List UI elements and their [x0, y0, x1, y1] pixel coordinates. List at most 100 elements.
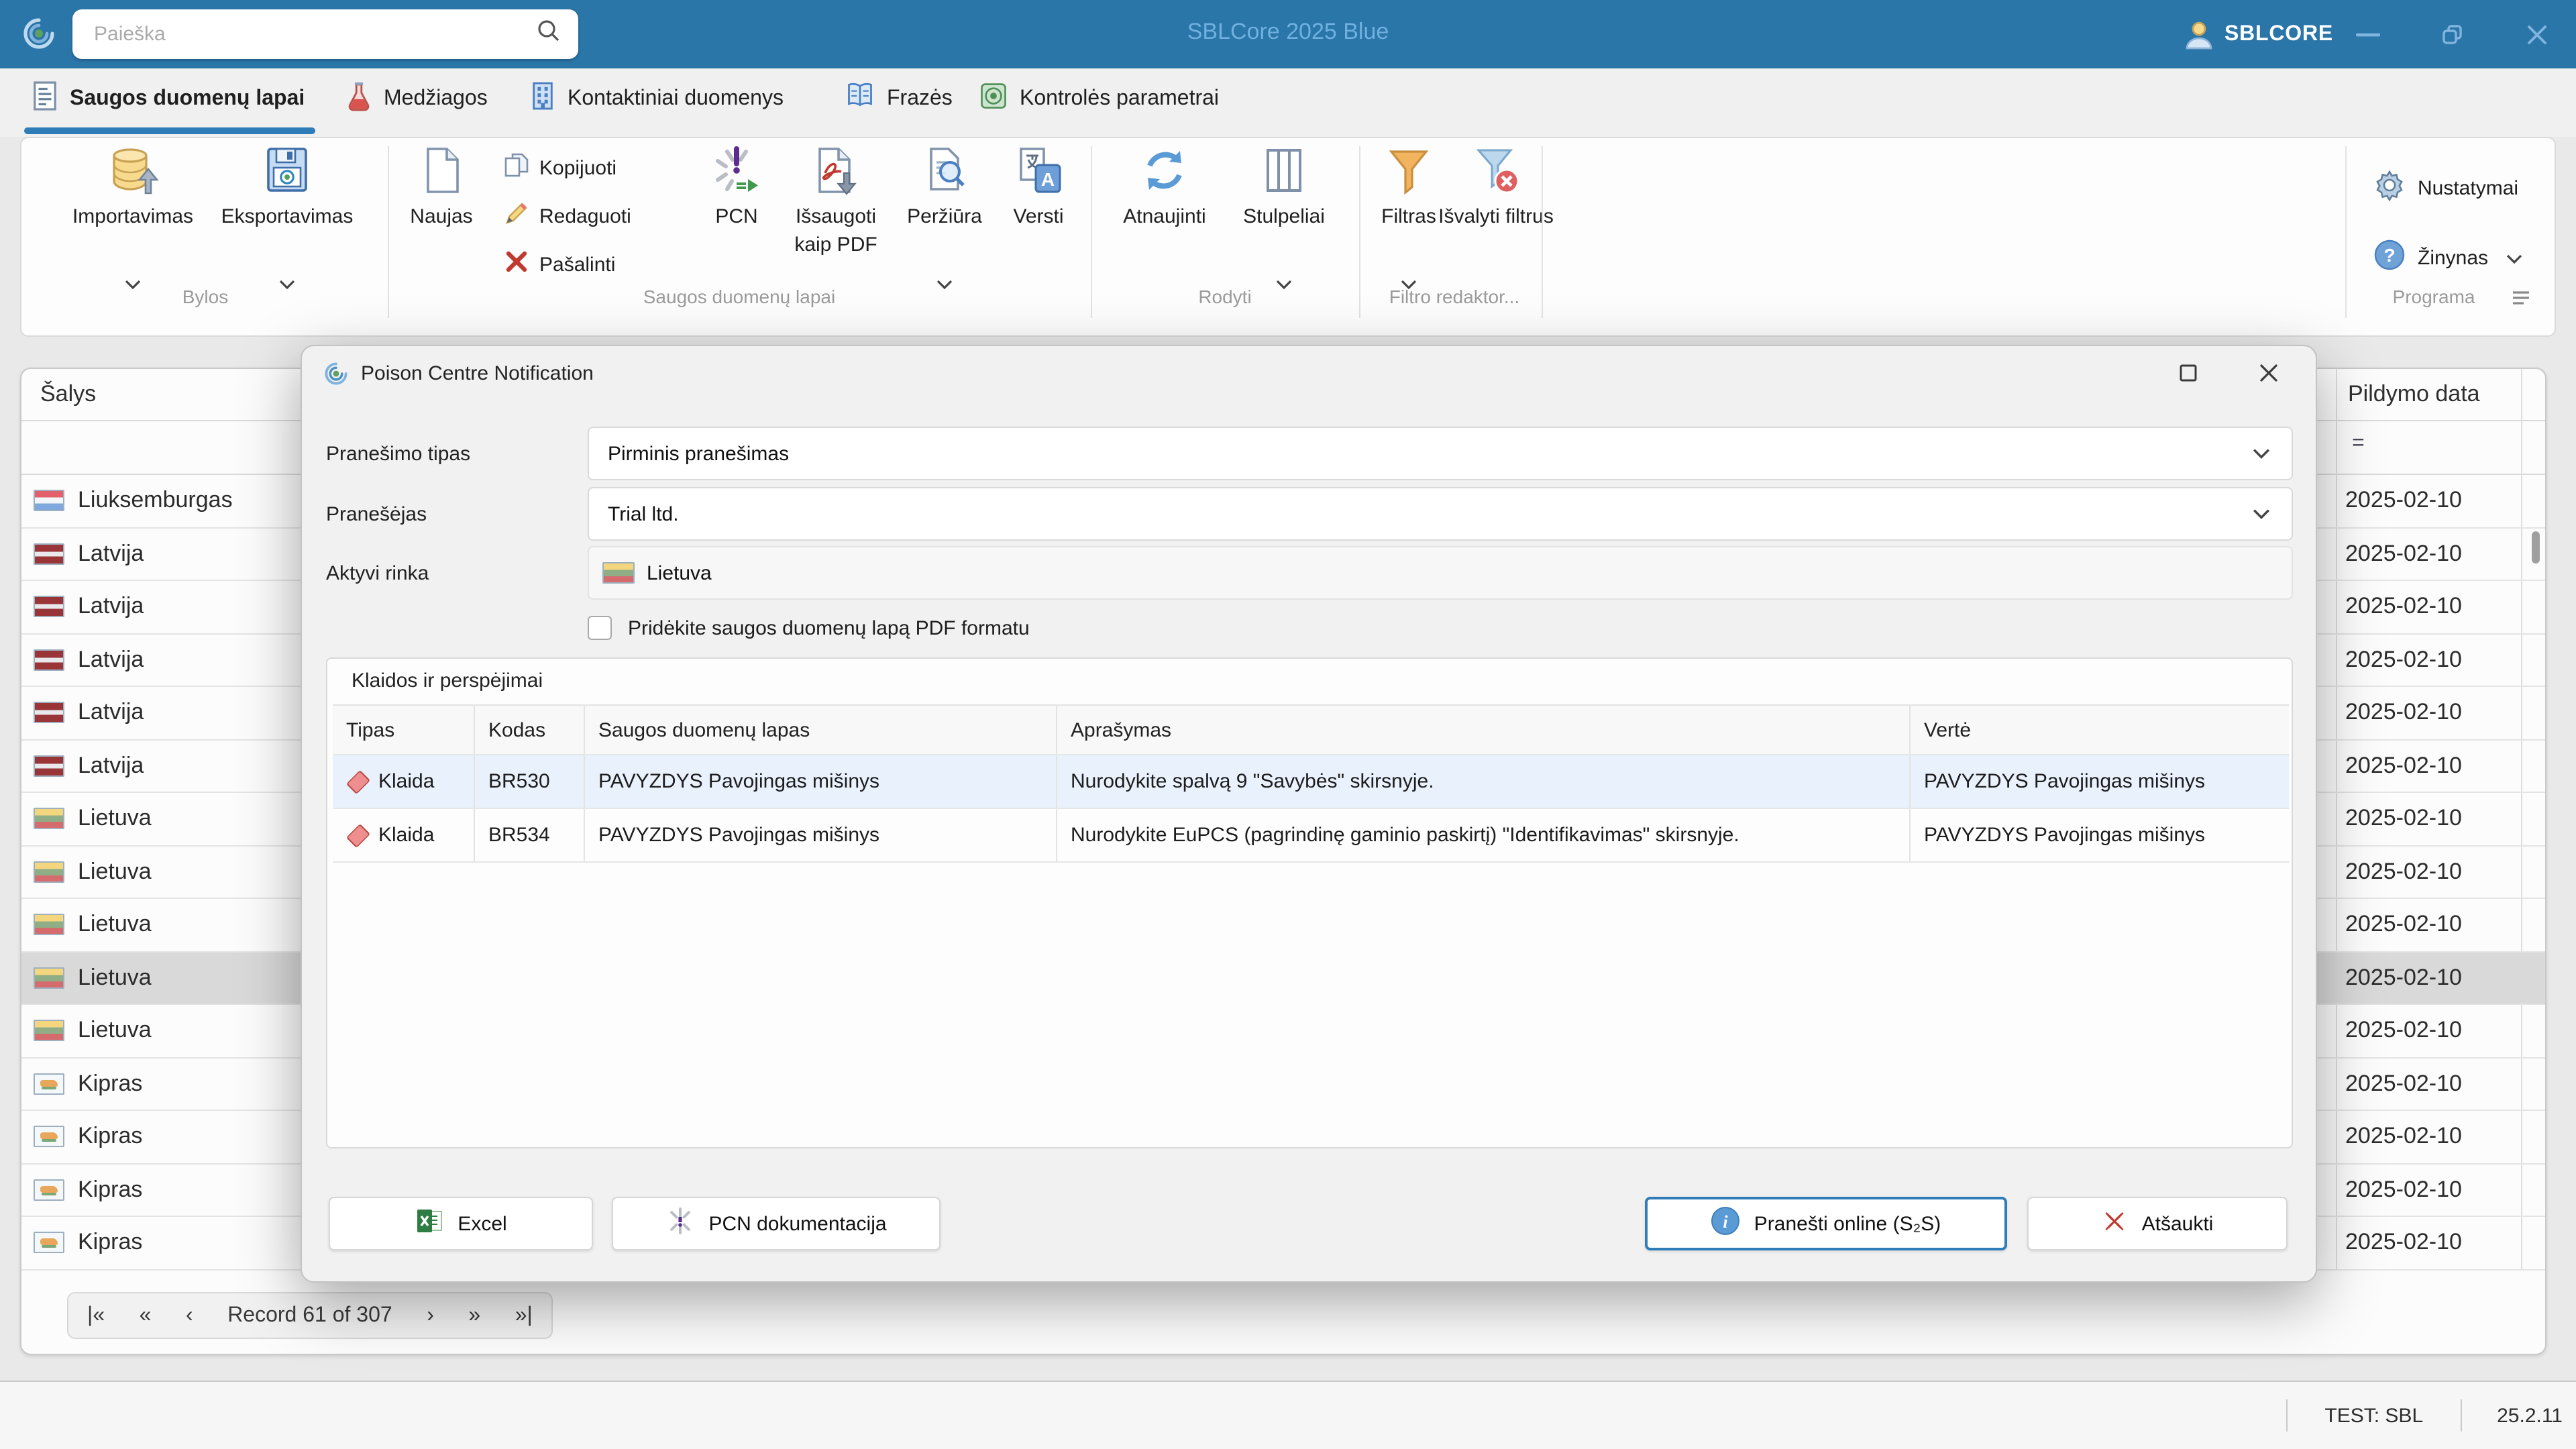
dialog-close-button[interactable] — [2258, 362, 2279, 390]
translate-button[interactable]: A Versti — [978, 144, 1099, 231]
tab-kontaktiniai-duomenys[interactable]: Kontaktiniai duomenys — [530, 68, 784, 129]
group-label-programa: Programa — [2286, 286, 2576, 307]
dialog-title: Poison Centre Notification — [361, 362, 594, 385]
import-button[interactable]: Importavimas — [59, 144, 207, 231]
title-bar: SBLCore 2025 Blue SBLCORE — [0, 0, 2576, 68]
tab-saugos-duomenu-lapai[interactable]: Saugos duomenų lapai — [32, 68, 305, 129]
cancel-button[interactable]: Atšaukti — [2027, 1197, 2288, 1250]
user-account-label[interactable]: SBLCORE — [2224, 23, 2333, 47]
tab-medziagos[interactable]: Medžiagos — [346, 68, 488, 129]
attach-pdf-checkbox-label[interactable]: Pridėkite saugos duomenų lapą PDF format… — [628, 617, 1030, 640]
chevron-down-icon[interactable] — [2253, 442, 2270, 465]
fast-next-button[interactable]: » — [468, 1303, 480, 1328]
copy-button[interactable]: Kopijuoti — [503, 152, 616, 184]
active-tab-indicator — [24, 127, 315, 134]
edit-button[interactable]: Redaguoti — [503, 200, 631, 232]
column-header-pildymo-data[interactable]: Pildymo data — [2348, 381, 2480, 408]
tab-label: Medžiagos — [384, 87, 488, 111]
tab-frazes[interactable]: Frazės — [845, 68, 953, 129]
errors-table-header[interactable]: Tipas Kodas Saugos duomenų lapas Aprašym… — [333, 704, 2289, 755]
columns-button[interactable]: Stulpeliai — [1224, 144, 1344, 231]
vertical-scrollbar[interactable] — [2532, 531, 2540, 564]
column-header-salys[interactable]: Šalys — [40, 381, 96, 408]
button-label: Atnaujinti — [1104, 203, 1225, 231]
country-name: Latvija — [78, 700, 144, 727]
col-aprasymas[interactable]: Aprašymas — [1057, 706, 1911, 754]
status-divider — [2461, 1399, 2462, 1432]
fill-date: 2025-02-10 — [2345, 965, 2462, 991]
country-name: Kipras — [78, 1124, 142, 1150]
button-label: Stulpeliai — [1224, 203, 1344, 231]
col-saugos-duomenu-lapas[interactable]: Saugos duomenų lapas — [585, 706, 1057, 754]
error-diamond-icon — [346, 823, 370, 847]
button-label: Importavimas — [59, 203, 207, 231]
close-button[interactable] — [2517, 16, 2557, 54]
error-row[interactable]: KlaidaBR530PAVYZDYS Pavojingas mišinysNu… — [333, 755, 2289, 809]
notification-type-dropdown[interactable]: Pirminis pranešimas — [588, 427, 2293, 480]
button-label: PCN dokumentacija — [708, 1212, 886, 1235]
copy-icon — [503, 152, 530, 184]
dropdown-value: Trial ltd. — [608, 502, 679, 525]
pcn-documentation-button[interactable]: PCN dokumentacija — [612, 1197, 941, 1250]
button-label: Atšaukti — [2142, 1212, 2214, 1235]
user-icon[interactable] — [2183, 19, 2215, 58]
dialog-maximize-button[interactable] — [2178, 362, 2199, 390]
prev-record-button[interactable]: ‹ — [186, 1303, 193, 1328]
cy-flag-icon — [34, 1179, 64, 1201]
active-market-label: Aktyvi rinka — [326, 562, 429, 585]
floppy-disk-icon — [213, 144, 361, 200]
lv-flag-icon — [34, 649, 64, 671]
lt-flag-icon — [34, 914, 64, 936]
error-code: BR530 — [475, 755, 585, 808]
chevron-down-icon[interactable] — [2253, 502, 2270, 525]
new-button[interactable]: Naujas — [381, 144, 502, 231]
fill-date: 2025-02-10 — [2345, 753, 2462, 780]
excel-icon — [415, 1206, 444, 1241]
svg-text:i: i — [1723, 1212, 1729, 1232]
save-as-pdf-button[interactable]: Išsaugoti kaip PDF — [775, 144, 896, 259]
excel-button[interactable]: Excel — [329, 1197, 593, 1250]
lt-flag-icon — [34, 861, 64, 883]
dialog-app-icon — [323, 361, 349, 393]
help-button[interactable]: ? Žinynas — [2373, 239, 2522, 276]
country-name: Lietuva — [78, 859, 152, 885]
lv-flag-icon — [34, 543, 64, 565]
fill-date: 2025-02-10 — [2345, 647, 2462, 674]
country-name: Lietuva — [78, 912, 152, 938]
minimize-button[interactable] — [2348, 16, 2388, 54]
settings-button[interactable]: Nustatymai — [2373, 169, 2518, 207]
filter-equals-operator[interactable]: = — [2352, 432, 2366, 456]
next-record-button[interactable]: › — [427, 1303, 434, 1328]
country-name: Latvija — [78, 541, 144, 568]
error-value: PAVYZDYS Pavojingas mišinys — [1911, 809, 2289, 861]
country-name: Lietuva — [78, 1018, 152, 1044]
tab-label: Kontrolės parametrai — [1020, 87, 1219, 111]
refresh-button[interactable]: Atnaujinti — [1104, 144, 1225, 231]
submit-online-button[interactable]: i Pranešti online (S₂S) — [1645, 1197, 2007, 1250]
attach-pdf-checkbox[interactable] — [588, 616, 612, 640]
country-name: Latvija — [78, 647, 144, 674]
restore-button[interactable] — [2432, 16, 2473, 54]
fill-date: 2025-02-10 — [2345, 1177, 2462, 1203]
export-button[interactable]: Eksportavimas — [213, 144, 361, 231]
delete-button[interactable]: Pašalinti — [503, 248, 615, 280]
lv-flag-icon — [34, 755, 64, 777]
fast-prev-button[interactable]: « — [140, 1303, 152, 1328]
error-row[interactable]: KlaidaBR534PAVYZDYS Pavojingas mišinysNu… — [333, 809, 2289, 863]
button-label: Excel — [458, 1212, 506, 1235]
col-verte[interactable]: Vertė — [1911, 706, 2289, 754]
active-market-field: Lietuva — [588, 546, 2293, 600]
button-label: Išsaugoti kaip PDF — [775, 203, 896, 259]
lu-flag-icon — [34, 490, 64, 512]
first-record-button[interactable]: |« — [87, 1303, 105, 1328]
group-dialog-launcher-icon[interactable] — [2512, 288, 2530, 313]
col-kodas[interactable]: Kodas — [475, 706, 585, 754]
notifier-dropdown[interactable]: Trial ltd. — [588, 487, 2293, 541]
clear-filters-button[interactable]: Išvalyti filtrus — [1436, 144, 1556, 231]
fill-date: 2025-02-10 — [2345, 594, 2462, 621]
error-type: Klaida — [378, 824, 434, 847]
last-record-button[interactable]: »| — [515, 1303, 533, 1328]
tab-kontroles-parametrai[interactable]: Kontrolės parametrai — [979, 68, 1219, 129]
col-tipas[interactable]: Tipas — [333, 706, 475, 754]
poison-centre-notification-dialog: Poison Centre Notification Pranešimo tip… — [301, 345, 2317, 1283]
